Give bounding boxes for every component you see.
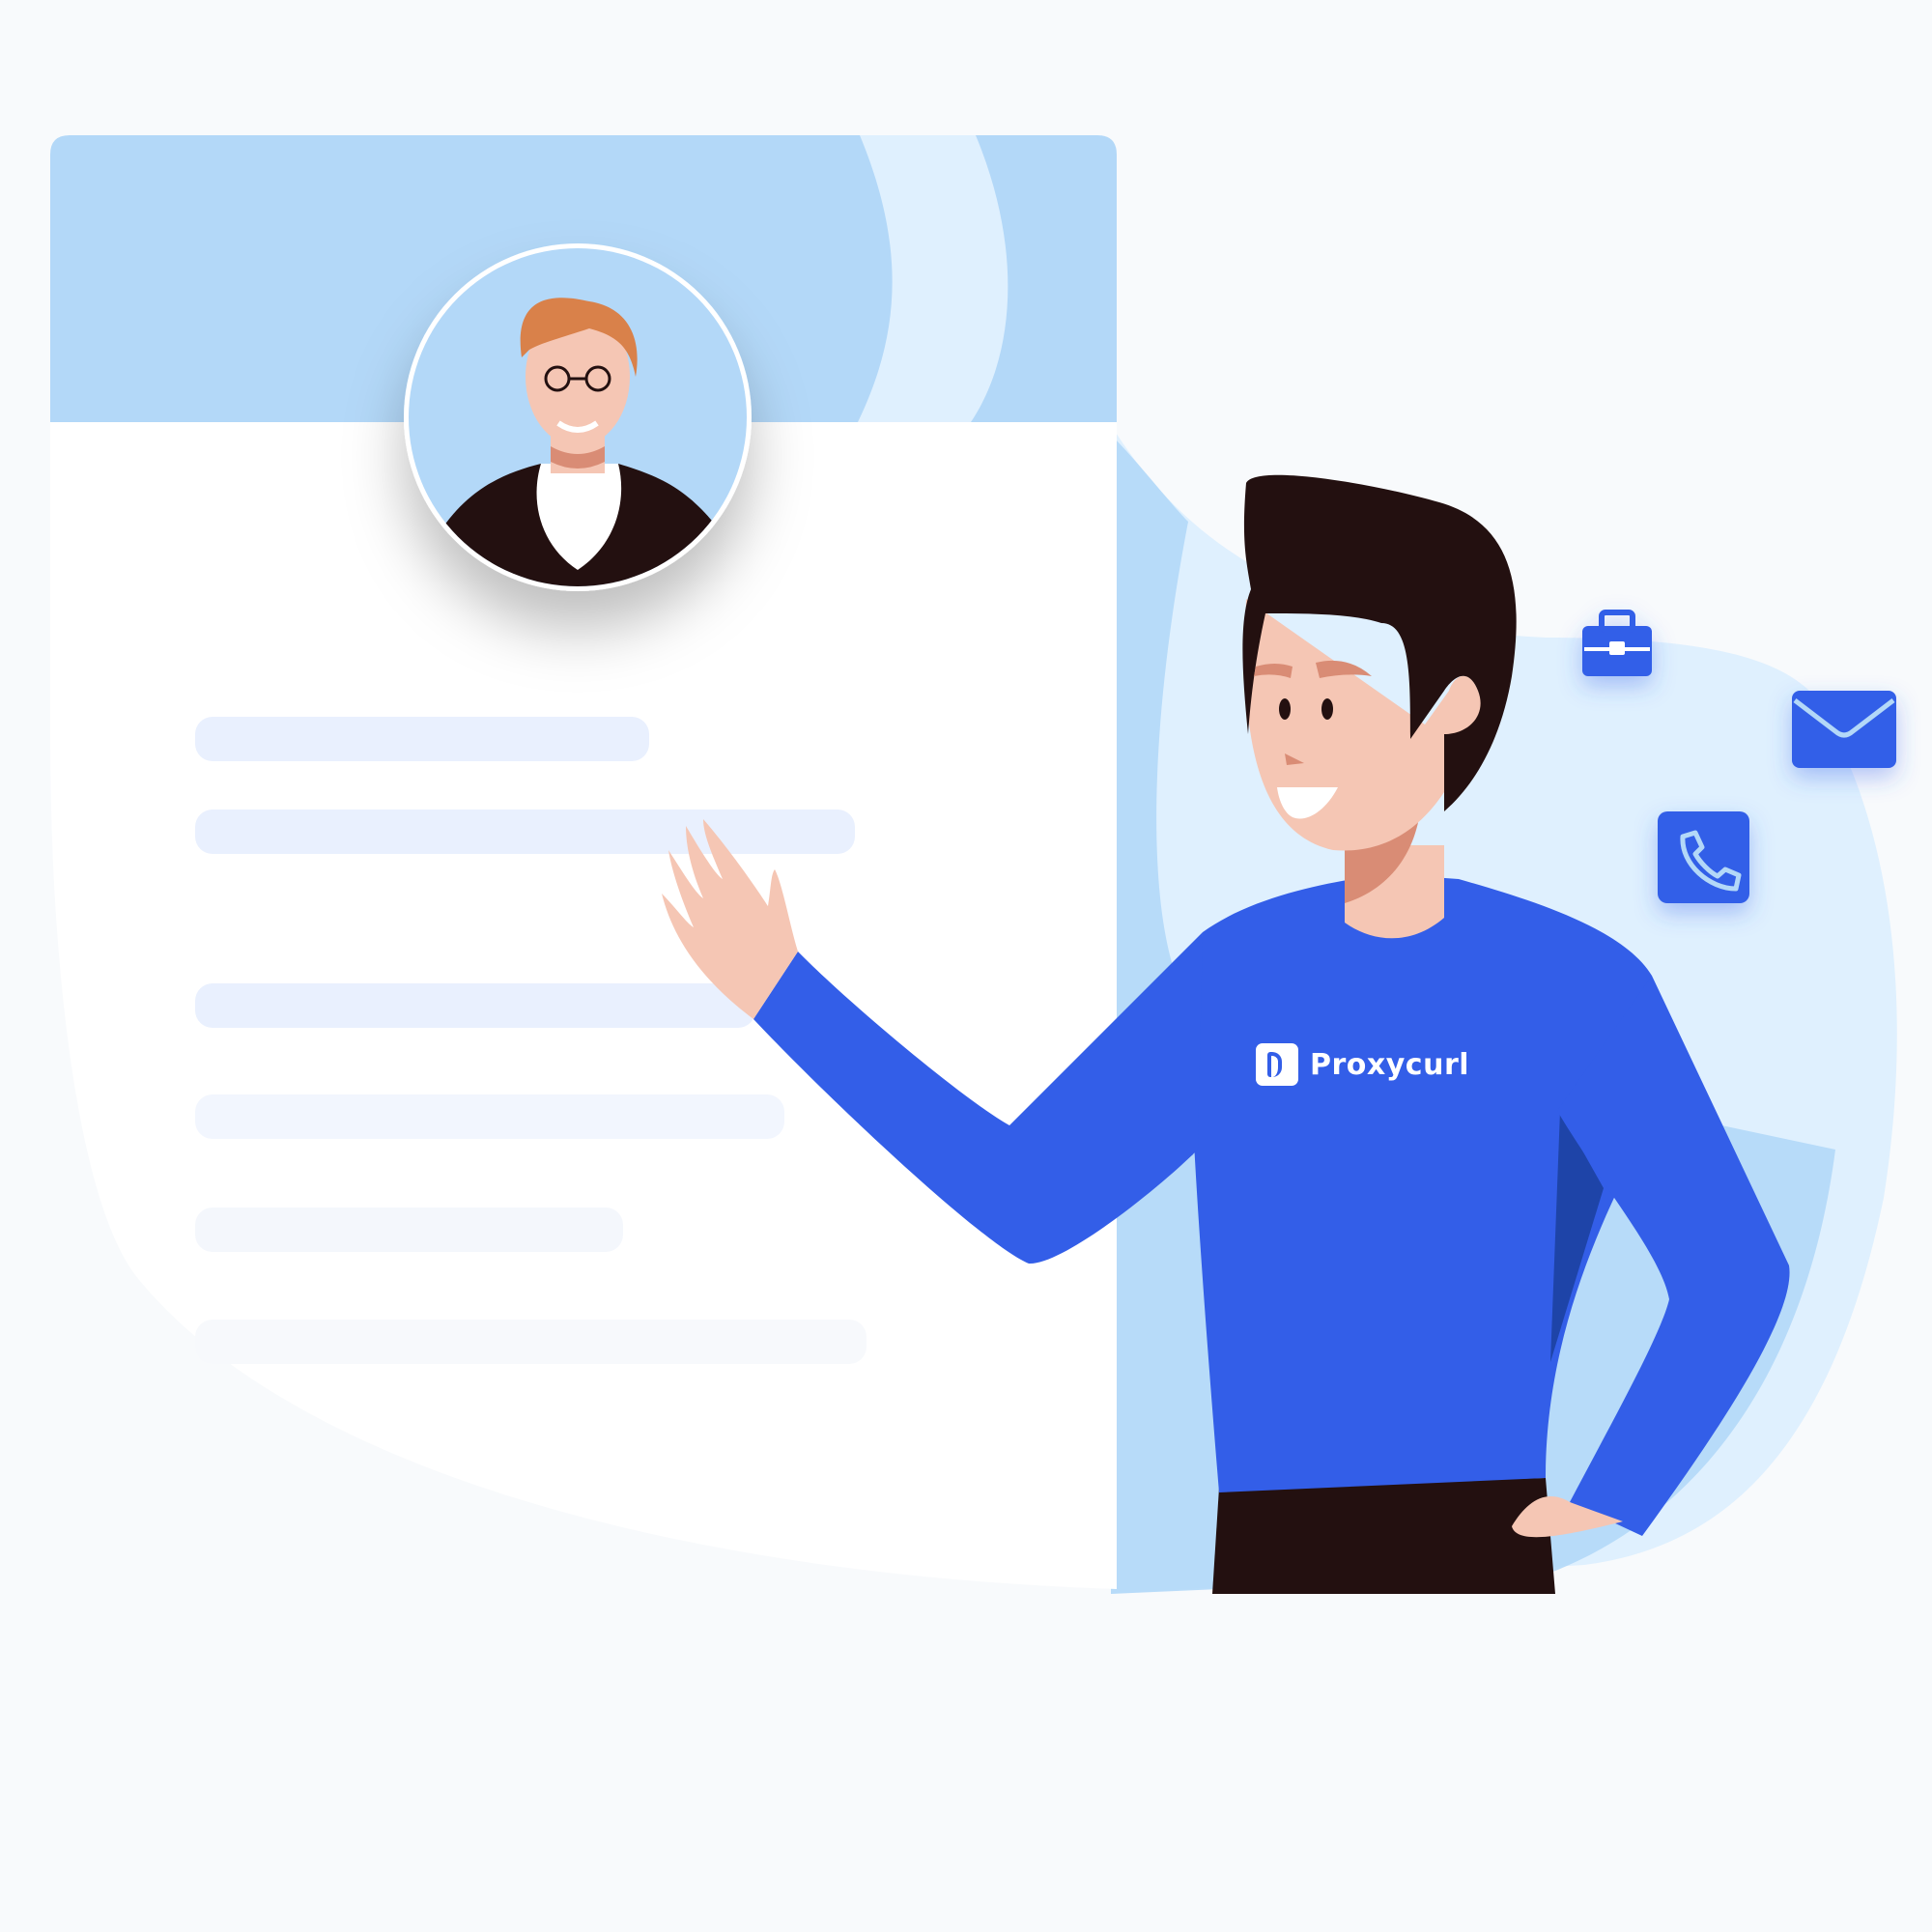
placeholder-line	[195, 717, 649, 761]
placeholder-line	[195, 1320, 867, 1364]
placeholder-line	[195, 1208, 623, 1252]
placeholder-line	[195, 983, 755, 1028]
proxycurl-logo-icon	[1256, 1043, 1298, 1086]
briefcase-icon	[1582, 610, 1652, 676]
illustration-scene: Proxycurl	[0, 0, 1932, 1932]
placeholder-line	[195, 810, 855, 854]
illustration-art	[50, 135, 1897, 1594]
shirt-brand-logo: Proxycurl	[1256, 1043, 1469, 1086]
mail-icon	[1792, 691, 1896, 768]
phone-icon	[1658, 811, 1749, 903]
placeholder-line	[195, 1094, 784, 1139]
brand-name: Proxycurl	[1310, 1047, 1470, 1082]
